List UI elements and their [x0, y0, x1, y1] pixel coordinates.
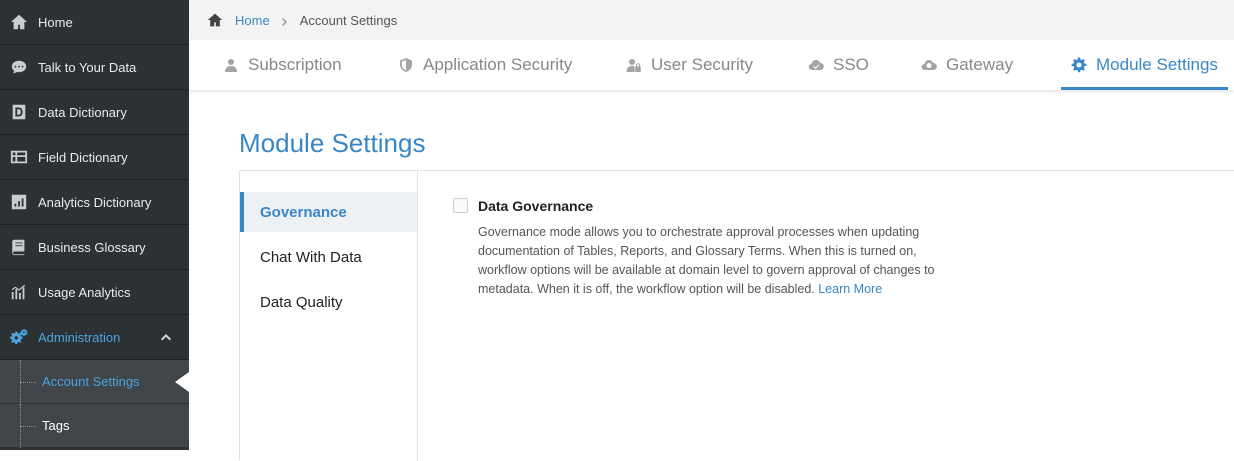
user-icon: [223, 56, 241, 74]
setting-description: Governance mode allows you to orchestrat…: [478, 223, 958, 299]
sidebar-item-label: Usage Analytics: [38, 284, 131, 300]
breadcrumb: Home Account Settings: [189, 0, 1234, 40]
subnav-item-governance[interactable]: Governance: [240, 192, 417, 232]
sidebar: Home Talk to Your Data Data Dictionary F…: [0, 0, 189, 450]
gears-icon: [8, 327, 30, 347]
sidebar-item-data-dictionary[interactable]: Data Dictionary: [0, 90, 189, 135]
tab-label: Subscription: [248, 55, 342, 74]
cloud-icon: [808, 56, 826, 74]
sidebar-item-label: Business Glossary: [38, 239, 146, 255]
tree-branch: [20, 426, 36, 427]
tab-label: Gateway: [946, 55, 1014, 74]
user-lock-icon: [626, 56, 644, 74]
sidebar-subitem-label: Account Settings: [42, 374, 140, 389]
sidebar-subitem-tags[interactable]: Tags: [0, 404, 189, 448]
settings-tabs: Subscription Application Security User S…: [189, 40, 1234, 90]
sidebar-subitem-label: Tags: [42, 418, 70, 433]
sidebar-item-label: Field Dictionary: [38, 149, 128, 165]
sidebar-item-label: Administration: [38, 329, 121, 345]
active-pointer: [175, 372, 189, 392]
shield-icon: [398, 56, 416, 74]
sidebar-item-label: Data Dictionary: [38, 104, 127, 120]
bar-chart-icon: [8, 192, 30, 212]
tab-application-security[interactable]: Application Security: [398, 40, 572, 90]
sidebar-subitem-account-settings[interactable]: Account Settings: [0, 360, 189, 404]
subnav-item-chat-with-data[interactable]: Chat With Data: [240, 237, 417, 277]
sidebar-item-administration[interactable]: Administration: [0, 315, 189, 360]
tab-sso[interactable]: SSO: [808, 40, 869, 90]
tab-subscription[interactable]: Subscription: [223, 40, 342, 90]
module-subnav: Governance Chat With Data Data Quality: [240, 171, 418, 461]
tab-module-settings[interactable]: Module Settings: [1061, 40, 1228, 90]
sidebar-item-analytics-dictionary[interactable]: Analytics Dictionary: [0, 180, 189, 225]
settings-panel: Governance Chat With Data Data Quality D…: [239, 170, 1234, 461]
chevron-up-icon[interactable]: [159, 330, 173, 344]
breadcrumb-home-link[interactable]: Home: [235, 13, 270, 28]
subnav-item-data-quality[interactable]: Data Quality: [240, 282, 417, 322]
sidebar-item-label: Talk to Your Data: [38, 59, 137, 75]
home-icon: [8, 12, 30, 32]
sidebar-item-label: Home: [38, 14, 73, 30]
page-title: Module Settings: [239, 128, 426, 158]
chevron-right-icon: [280, 15, 290, 26]
sidebar-item-label: Analytics Dictionary: [38, 194, 152, 210]
tab-label: Module Settings: [1096, 55, 1218, 74]
cloud-gateway-icon: [921, 56, 939, 74]
sidebar-item-usage-analytics[interactable]: Usage Analytics: [0, 270, 189, 315]
sidebar-item-business-glossary[interactable]: Business Glossary: [0, 225, 189, 270]
gear-icon: [1071, 56, 1089, 74]
tab-user-security[interactable]: User Security: [626, 40, 753, 90]
usage-chart-icon: [8, 282, 30, 302]
sidebar-item-home[interactable]: Home: [0, 0, 189, 45]
tab-label: Application Security: [423, 55, 573, 74]
home-icon[interactable]: [207, 12, 223, 28]
data-dictionary-icon: [8, 102, 30, 122]
tab-label: SSO: [833, 55, 869, 74]
learn-more-link[interactable]: Learn More: [818, 282, 882, 296]
data-governance-checkbox[interactable]: [453, 198, 468, 213]
active-tab-indicator: [1061, 87, 1228, 90]
sidebar-item-field-dictionary[interactable]: Field Dictionary: [0, 135, 189, 180]
tree-branch: [20, 382, 36, 383]
sidebar-item-talk-to-your-data[interactable]: Talk to Your Data: [0, 45, 189, 90]
setting-title: Data Governance: [478, 198, 594, 214]
tab-label: User Security: [651, 55, 754, 74]
field-dictionary-icon: [8, 147, 30, 167]
breadcrumb-current: Account Settings: [299, 12, 398, 28]
tab-gateway[interactable]: Gateway: [921, 40, 1013, 90]
book-icon: [8, 237, 30, 257]
chat-icon: [8, 57, 30, 77]
